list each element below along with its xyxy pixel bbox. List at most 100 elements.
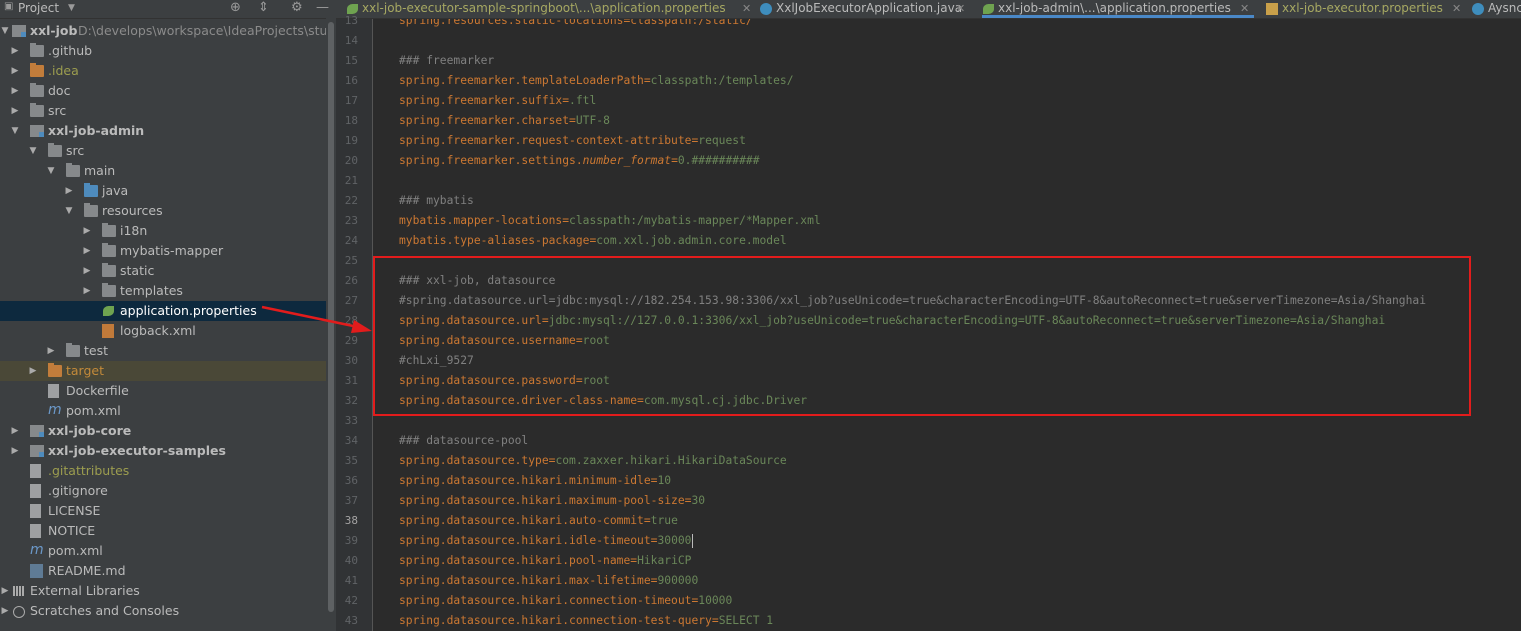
tree-item-github[interactable]: ▶ .github	[0, 41, 336, 61]
collapsed-arrow-icon[interactable]: ▶	[64, 181, 74, 201]
close-tab-icon[interactable]: ✕	[1240, 0, 1249, 17]
code-line: spring.freemarker.charset=UTF-8	[399, 111, 610, 131]
hide-panel-icon[interactable]: —	[316, 0, 329, 15]
collapsed-arrow-icon[interactable]: ▶	[10, 81, 20, 101]
code-token: ### datasource-pool	[399, 434, 529, 447]
collapse-all-icon[interactable]: ⇕	[258, 0, 269, 15]
tab-admin-application-properties[interactable]: xxl-job-admin\...\application.properties…	[982, 0, 1254, 18]
line-number: 29	[344, 334, 358, 347]
tree-item-gitattributes[interactable]: .gitattributes	[0, 461, 336, 481]
expanded-arrow-icon[interactable]: ▼	[28, 141, 38, 161]
tree-item-xxl-job-admin[interactable]: ▼ xxl-job-admin	[0, 121, 336, 141]
tree-item-label: application.properties	[120, 303, 257, 318]
collapsed-arrow-icon[interactable]: ▶	[28, 361, 38, 381]
tree-item-java[interactable]: ▶ java	[0, 181, 336, 201]
tree-item-gitignore[interactable]: .gitignore	[0, 481, 336, 501]
expanded-arrow-icon[interactable]: ▼	[10, 121, 20, 141]
collapsed-arrow-icon[interactable]: ▶	[46, 341, 56, 361]
collapsed-arrow-icon[interactable]: ▶	[82, 221, 92, 241]
collapsed-arrow-icon[interactable]: ▶	[10, 441, 20, 461]
markdown-file-icon	[30, 564, 43, 578]
tree-item-main[interactable]: ▼ main	[0, 161, 336, 181]
close-tab-icon[interactable]: ✕	[742, 0, 751, 17]
tree-item-label: Dockerfile	[66, 383, 129, 398]
close-tab-icon[interactable]: ✕	[956, 0, 965, 17]
expanded-arrow-icon[interactable]: ▼	[64, 201, 74, 221]
tree-item-templates[interactable]: ▶ templates	[0, 281, 336, 301]
collapsed-arrow-icon[interactable]: ▶	[10, 421, 20, 441]
tree-item-src[interactable]: ▶ src	[0, 101, 336, 121]
tree-item-label: Scratches and Consoles	[30, 603, 180, 618]
code-line: spring.datasource.hikari.minimum-idle=10	[399, 471, 671, 491]
code-token: number_format	[582, 154, 672, 167]
tree-item-xxl-job-executor-samples[interactable]: ▶ xxl-job-executor-samples	[0, 441, 336, 461]
tab-xxljobexecutorapplication-java[interactable]: XxlJobExecutorApplication.java ✕	[760, 0, 970, 18]
project-panel: ▣ Project ▼ ⊕ ⇕ ⚙ — ▼ xxl-job D:\develops…	[0, 0, 336, 631]
close-tab-icon[interactable]: ✕	[1452, 0, 1461, 17]
code-line: ### datasource-pool	[399, 431, 528, 451]
code-line: mybatis.mapper-locations=classpath:/myba…	[399, 211, 821, 231]
tab-label: XxlJobExecutorApplication.java	[776, 1, 963, 15]
settings-gear-icon[interactable]: ⚙	[291, 0, 303, 15]
tree-item-logback-xml[interactable]: logback.xml	[0, 321, 336, 341]
project-panel-scrollbar[interactable]	[326, 18, 336, 631]
tree-item-root-pom-xml[interactable]: m pom.xml	[0, 541, 336, 561]
tree-item-test[interactable]: ▶ test	[0, 341, 336, 361]
line-number: 25	[344, 254, 358, 267]
tree-item-dockerfile[interactable]: Dockerfile	[0, 381, 336, 401]
dropdown-arrow-icon[interactable]: ▼	[68, 3, 75, 13]
collapsed-arrow-icon[interactable]: ▶	[82, 241, 92, 261]
expanded-arrow-icon[interactable]: ▼	[0, 21, 10, 41]
tree-item-notice[interactable]: NOTICE	[0, 521, 336, 541]
excluded-folder-icon	[48, 363, 62, 377]
tree-item-readme[interactable]: README.md	[0, 561, 336, 581]
tree-item-xxl-job-core[interactable]: ▶ xxl-job-core	[0, 421, 336, 441]
libraries-icon	[12, 585, 26, 597]
tree-item-scratches[interactable]: ▶ Scratches and Consoles	[0, 601, 336, 621]
spring-properties-icon	[982, 3, 994, 15]
tree-item-license[interactable]: LICENSE	[0, 501, 336, 521]
line-number: 26	[344, 274, 358, 287]
locate-file-icon[interactable]: ⊕	[230, 0, 241, 15]
tree-item-application-properties[interactable]: application.properties	[0, 301, 336, 321]
tab-aysnc[interactable]: Aysnc	[1472, 0, 1521, 18]
collapsed-arrow-icon[interactable]: ▶	[82, 261, 92, 281]
tree-item-idea[interactable]: ▶ .idea	[0, 61, 336, 81]
collapsed-arrow-icon[interactable]: ▶	[0, 581, 10, 601]
tree-item-admin-pom-xml[interactable]: m pom.xml	[0, 401, 336, 421]
tree-item-static[interactable]: ▶ static	[0, 261, 336, 281]
tab-xxl-job-executor-properties[interactable]: xxl-job-executor.properties ✕	[1266, 0, 1466, 18]
code-token: 30	[691, 494, 706, 507]
code-line: spring.datasource.hikari.connection-test…	[399, 611, 773, 631]
source-folder-icon	[84, 183, 98, 197]
scrollbar-thumb[interactable]	[328, 22, 334, 612]
collapsed-arrow-icon[interactable]: ▶	[10, 61, 20, 81]
collapsed-arrow-icon[interactable]: ▶	[0, 601, 10, 621]
text-caret	[692, 534, 694, 548]
expanded-arrow-icon[interactable]: ▼	[46, 161, 56, 181]
tab-label: Aysnc	[1488, 1, 1521, 15]
tree-item-admin-src[interactable]: ▼ src	[0, 141, 336, 161]
properties-file-icon	[1266, 3, 1278, 15]
code-token: 10000	[698, 594, 733, 607]
tree-item-target[interactable]: ▶ target	[0, 361, 336, 381]
line-number: 41	[344, 574, 358, 587]
tree-item-xxl-job[interactable]: ▼ xxl-job D:\develops\workspace\IdeaProje…	[0, 21, 336, 41]
tree-item-resources[interactable]: ▼ resources	[0, 201, 336, 221]
line-number: 42	[344, 594, 358, 607]
code-token: 10	[657, 474, 672, 487]
tree-item-doc[interactable]: ▶ doc	[0, 81, 336, 101]
tree-item-mybatis-mapper[interactable]: ▶ mybatis-mapper	[0, 241, 336, 261]
collapsed-arrow-icon[interactable]: ▶	[10, 41, 20, 61]
code-token: .ftl	[569, 94, 597, 107]
code-token: mybatis.type-aliases-package	[399, 234, 590, 247]
tree-item-external-libraries[interactable]: ▶ External Libraries	[0, 581, 336, 601]
code-token: spring.datasource.hikari.connection-test…	[399, 614, 712, 627]
collapsed-arrow-icon[interactable]: ▶	[82, 281, 92, 301]
collapsed-arrow-icon[interactable]: ▶	[10, 101, 20, 121]
tree-item-i18n[interactable]: ▶ i18n	[0, 221, 336, 241]
tab-executor-application-properties[interactable]: xxl-job-executor-sample-springboot\...\a…	[346, 0, 756, 18]
java-class-icon	[1472, 3, 1484, 15]
tree-item-label: .gitignore	[48, 483, 108, 498]
code-token: spring.freemarker.charset	[399, 114, 570, 127]
